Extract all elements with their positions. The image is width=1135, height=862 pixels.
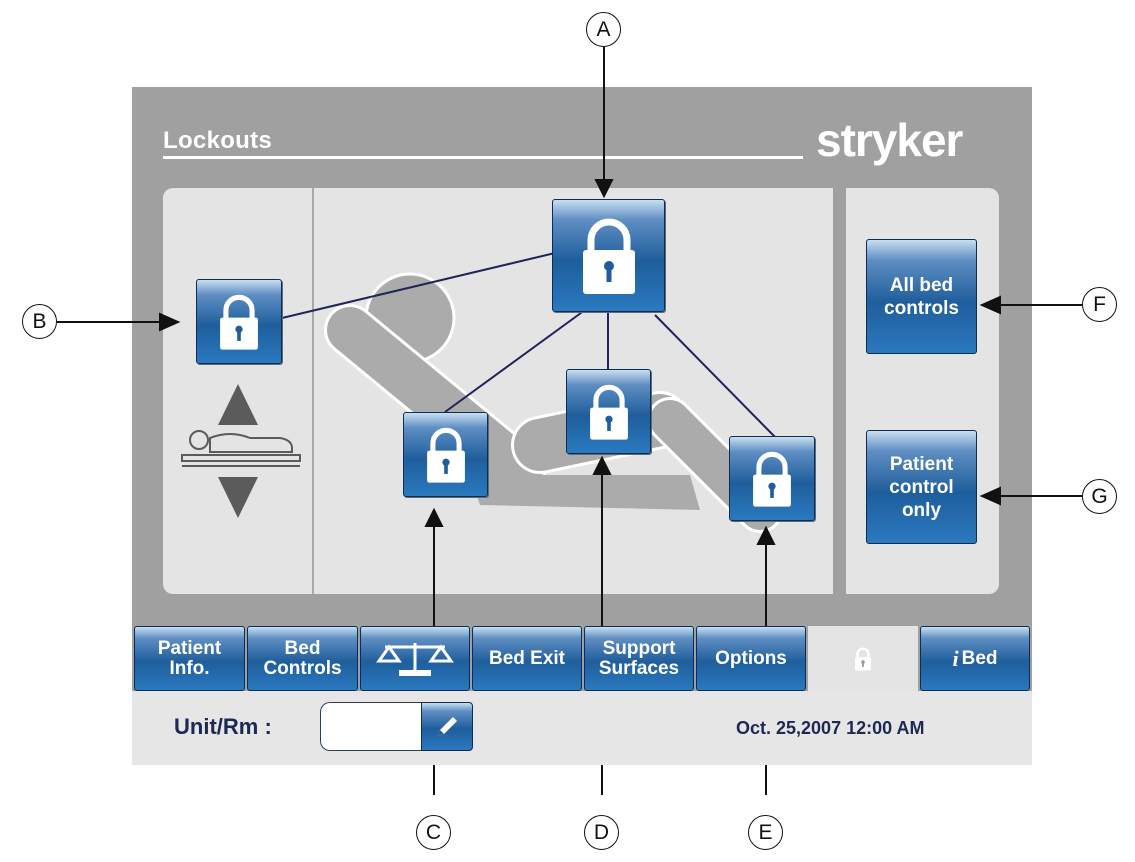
unit-room-label: Unit/Rm :	[174, 714, 272, 739]
tab-scale[interactable]	[360, 626, 470, 691]
lock-icon	[220, 294, 258, 350]
callout-e: E	[748, 815, 783, 850]
pencil-icon	[438, 716, 457, 736]
tab-options[interactable]: Options	[696, 626, 806, 691]
callout-c: C	[416, 815, 451, 850]
lock-head-section-button[interactable]	[403, 412, 488, 497]
button-label-line: control	[889, 476, 954, 498]
callout-f: F	[1082, 287, 1117, 322]
tab-label-line: Bed	[961, 647, 998, 669]
lock-knee-section-button[interactable]	[566, 369, 651, 454]
tab-bed-exit[interactable]: Bed Exit	[472, 626, 582, 691]
tab-label-line: Controls	[263, 657, 342, 679]
tab-label-line: Info.	[169, 657, 210, 679]
lock-foot-section-button[interactable]	[729, 436, 815, 521]
date-time-display: Oct. 25,2007 12:00 AM	[736, 718, 925, 738]
button-label-line: only	[901, 499, 942, 521]
lock-icon	[589, 384, 628, 440]
bed-height-icon	[181, 384, 301, 518]
ibed-prefix: i	[952, 645, 959, 671]
tab-label-line: Support	[602, 637, 676, 659]
button-label-line: controls	[884, 297, 959, 319]
patient-control-only-button[interactable]: Patient control only	[866, 430, 977, 544]
unit-room-input[interactable]	[320, 702, 424, 751]
callout-d: D	[584, 815, 619, 850]
all-bed-controls-button[interactable]: All bed controls	[866, 239, 977, 354]
tab-lockouts[interactable]	[808, 626, 918, 691]
lock-icon	[426, 427, 465, 483]
lock-icon	[753, 451, 791, 507]
button-label-line: All bed	[889, 274, 954, 296]
scale-icon	[376, 642, 454, 676]
lock-all-functions-button[interactable]	[552, 199, 665, 312]
tab-label-line: Patient	[157, 637, 222, 659]
tab-ibed[interactable]: i Bed	[920, 626, 1030, 691]
callout-g: G	[1082, 479, 1117, 514]
lock-icon	[855, 647, 871, 671]
tab-label-line: Options	[715, 647, 787, 669]
edit-unit-button[interactable]	[421, 702, 473, 751]
lock-icon	[582, 218, 635, 294]
button-label-line: Patient	[889, 453, 954, 475]
lock-bed-height-button[interactable]	[196, 279, 282, 364]
tab-patient-info[interactable]: Patient Info.	[134, 626, 245, 691]
tab-label-line: Surfaces	[598, 657, 680, 679]
tab-bed-controls[interactable]: Bed Controls	[247, 626, 358, 691]
tab-label-line: Bed Exit	[488, 647, 566, 669]
callout-b: B	[22, 304, 57, 339]
tab-label-line: Bed	[284, 637, 321, 659]
callout-a: A	[586, 12, 621, 47]
tab-support-surfaces[interactable]: Support Surfaces	[584, 626, 694, 691]
